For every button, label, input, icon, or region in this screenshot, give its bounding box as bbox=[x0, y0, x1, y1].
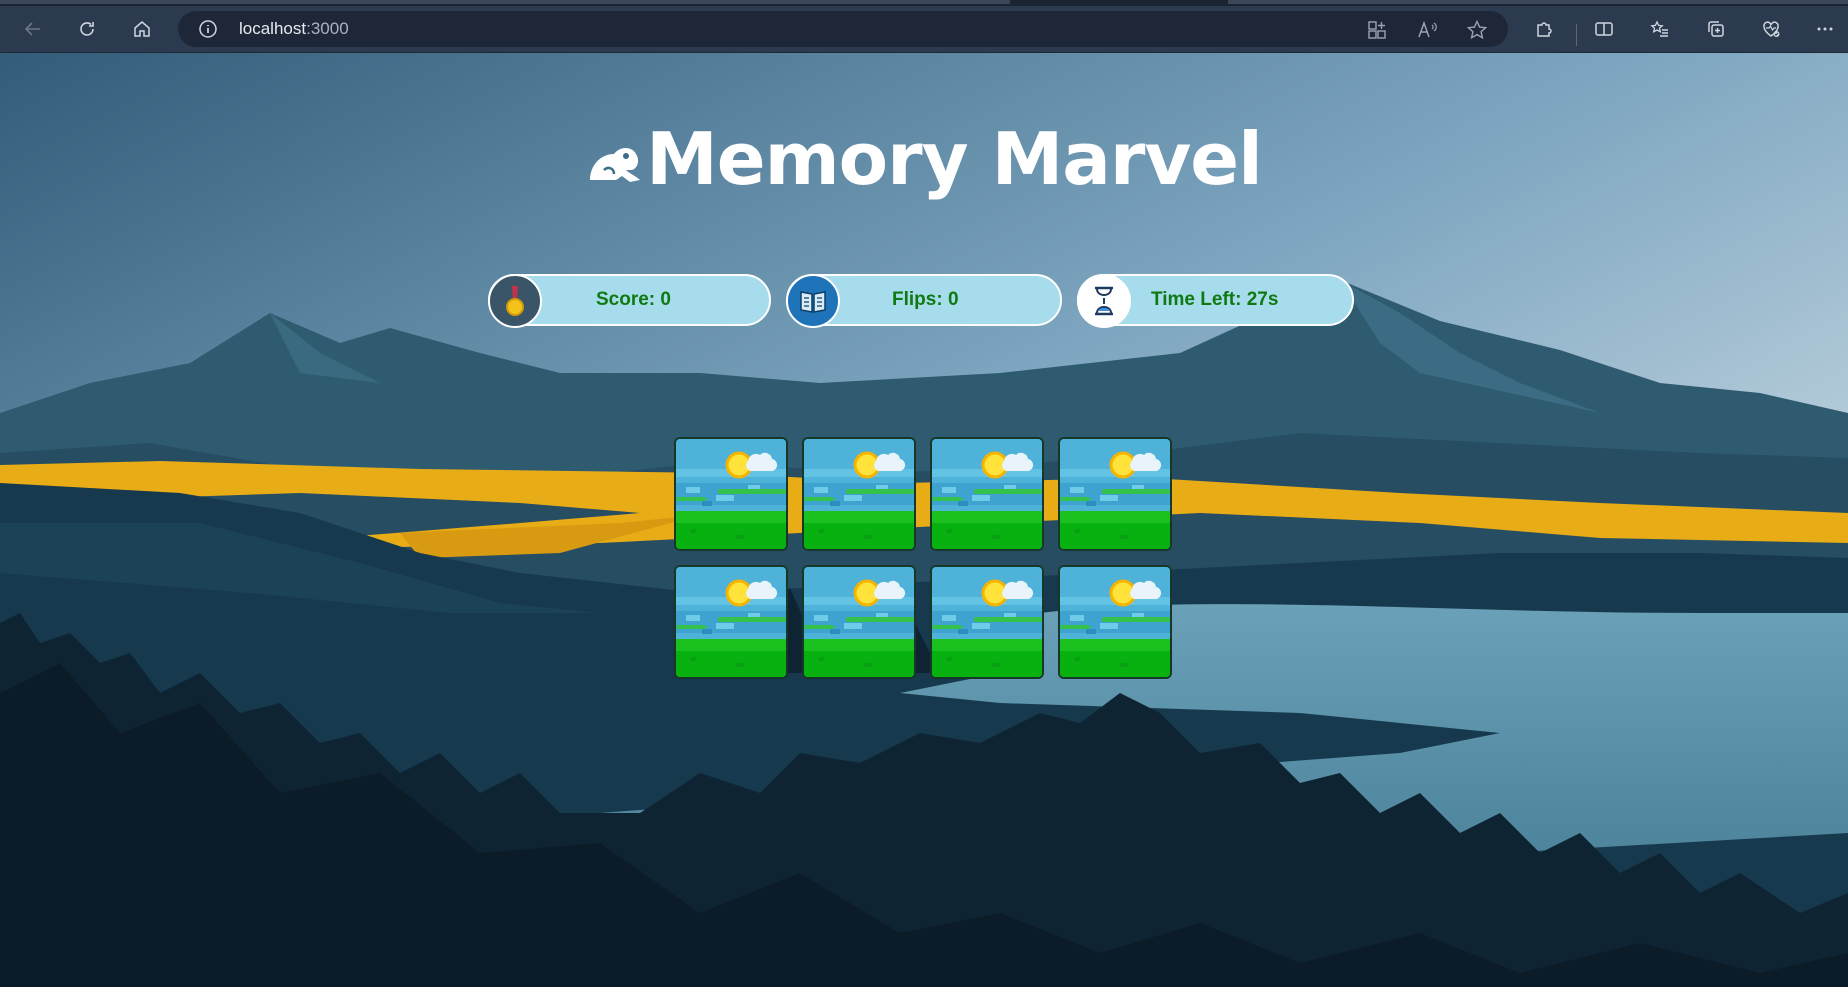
memory-card[interactable] bbox=[674, 565, 788, 679]
tab-active-edge bbox=[0, 0, 1010, 4]
memory-card[interactable] bbox=[1058, 437, 1172, 551]
medal-icon bbox=[488, 274, 542, 328]
favorite-star-icon[interactable] bbox=[1466, 19, 1488, 41]
extensions-button[interactable] bbox=[1527, 13, 1561, 45]
read-aloud-icon[interactable] bbox=[1416, 19, 1438, 41]
card-back-image bbox=[676, 567, 786, 677]
split-screen-icon bbox=[1595, 22, 1613, 36]
card-back-image bbox=[804, 439, 914, 549]
flips-text: Flips: 0 bbox=[892, 289, 959, 310]
card-back-image bbox=[932, 567, 1042, 677]
url-port: :3000 bbox=[306, 19, 349, 38]
heart-pulse-icon bbox=[1763, 21, 1780, 37]
card-back-image bbox=[1060, 567, 1170, 677]
title-text: Memory Marvel bbox=[646, 117, 1263, 201]
game-page: Memory Marvel Score: 0 Flips: 0 Time Lef… bbox=[0, 53, 1848, 987]
url-host: localhost bbox=[239, 19, 307, 38]
game-title: Memory Marvel bbox=[0, 117, 1848, 201]
favorites-list-icon bbox=[1650, 20, 1668, 37]
collections-button[interactable] bbox=[1699, 13, 1733, 45]
browser-essentials-button[interactable] bbox=[1754, 13, 1788, 45]
score-pill: Score: 0 bbox=[488, 274, 771, 328]
memory-card[interactable] bbox=[930, 437, 1044, 551]
browser-toolbar: localhost:3000 bbox=[0, 6, 1848, 53]
refresh-icon bbox=[80, 22, 94, 36]
memory-card[interactable] bbox=[802, 565, 916, 679]
collections-icon bbox=[1708, 21, 1724, 37]
puzzle-icon bbox=[1537, 22, 1552, 37]
back-button[interactable] bbox=[16, 13, 50, 45]
back-arrow-icon bbox=[24, 22, 40, 36]
flips-pill: Flips: 0 bbox=[786, 274, 1062, 328]
settings-more-button[interactable] bbox=[1808, 13, 1842, 45]
home-button[interactable] bbox=[125, 13, 159, 45]
score-text: Score: 0 bbox=[596, 289, 671, 310]
split-screen-button[interactable] bbox=[1587, 13, 1621, 45]
refresh-button[interactable] bbox=[70, 13, 104, 45]
url-text: localhost:3000 bbox=[239, 19, 349, 39]
app-available-icon[interactable] bbox=[1366, 19, 1388, 41]
hourglass-icon bbox=[1077, 274, 1131, 328]
favorites-button[interactable] bbox=[1643, 13, 1677, 45]
toolbar-divider bbox=[1576, 24, 1577, 46]
book-icon bbox=[786, 274, 840, 328]
tab-edge bbox=[1228, 0, 1848, 4]
info-icon[interactable] bbox=[198, 19, 218, 39]
address-bar[interactable]: localhost:3000 bbox=[178, 11, 1508, 47]
memory-card[interactable] bbox=[802, 437, 916, 551]
card-back-image bbox=[1060, 439, 1170, 549]
home-icon bbox=[134, 21, 150, 37]
memory-card[interactable] bbox=[930, 565, 1044, 679]
more-dots-icon bbox=[1817, 27, 1833, 31]
time-pill: Time Left: 27s bbox=[1077, 274, 1354, 328]
card-back-image bbox=[804, 567, 914, 677]
memory-card[interactable] bbox=[1058, 565, 1172, 679]
time-left-text: Time Left: 27s bbox=[1151, 289, 1279, 310]
card-back-image bbox=[932, 439, 1042, 549]
card-back-image bbox=[676, 439, 786, 549]
memory-card[interactable] bbox=[674, 437, 788, 551]
frog-icon bbox=[590, 148, 641, 182]
